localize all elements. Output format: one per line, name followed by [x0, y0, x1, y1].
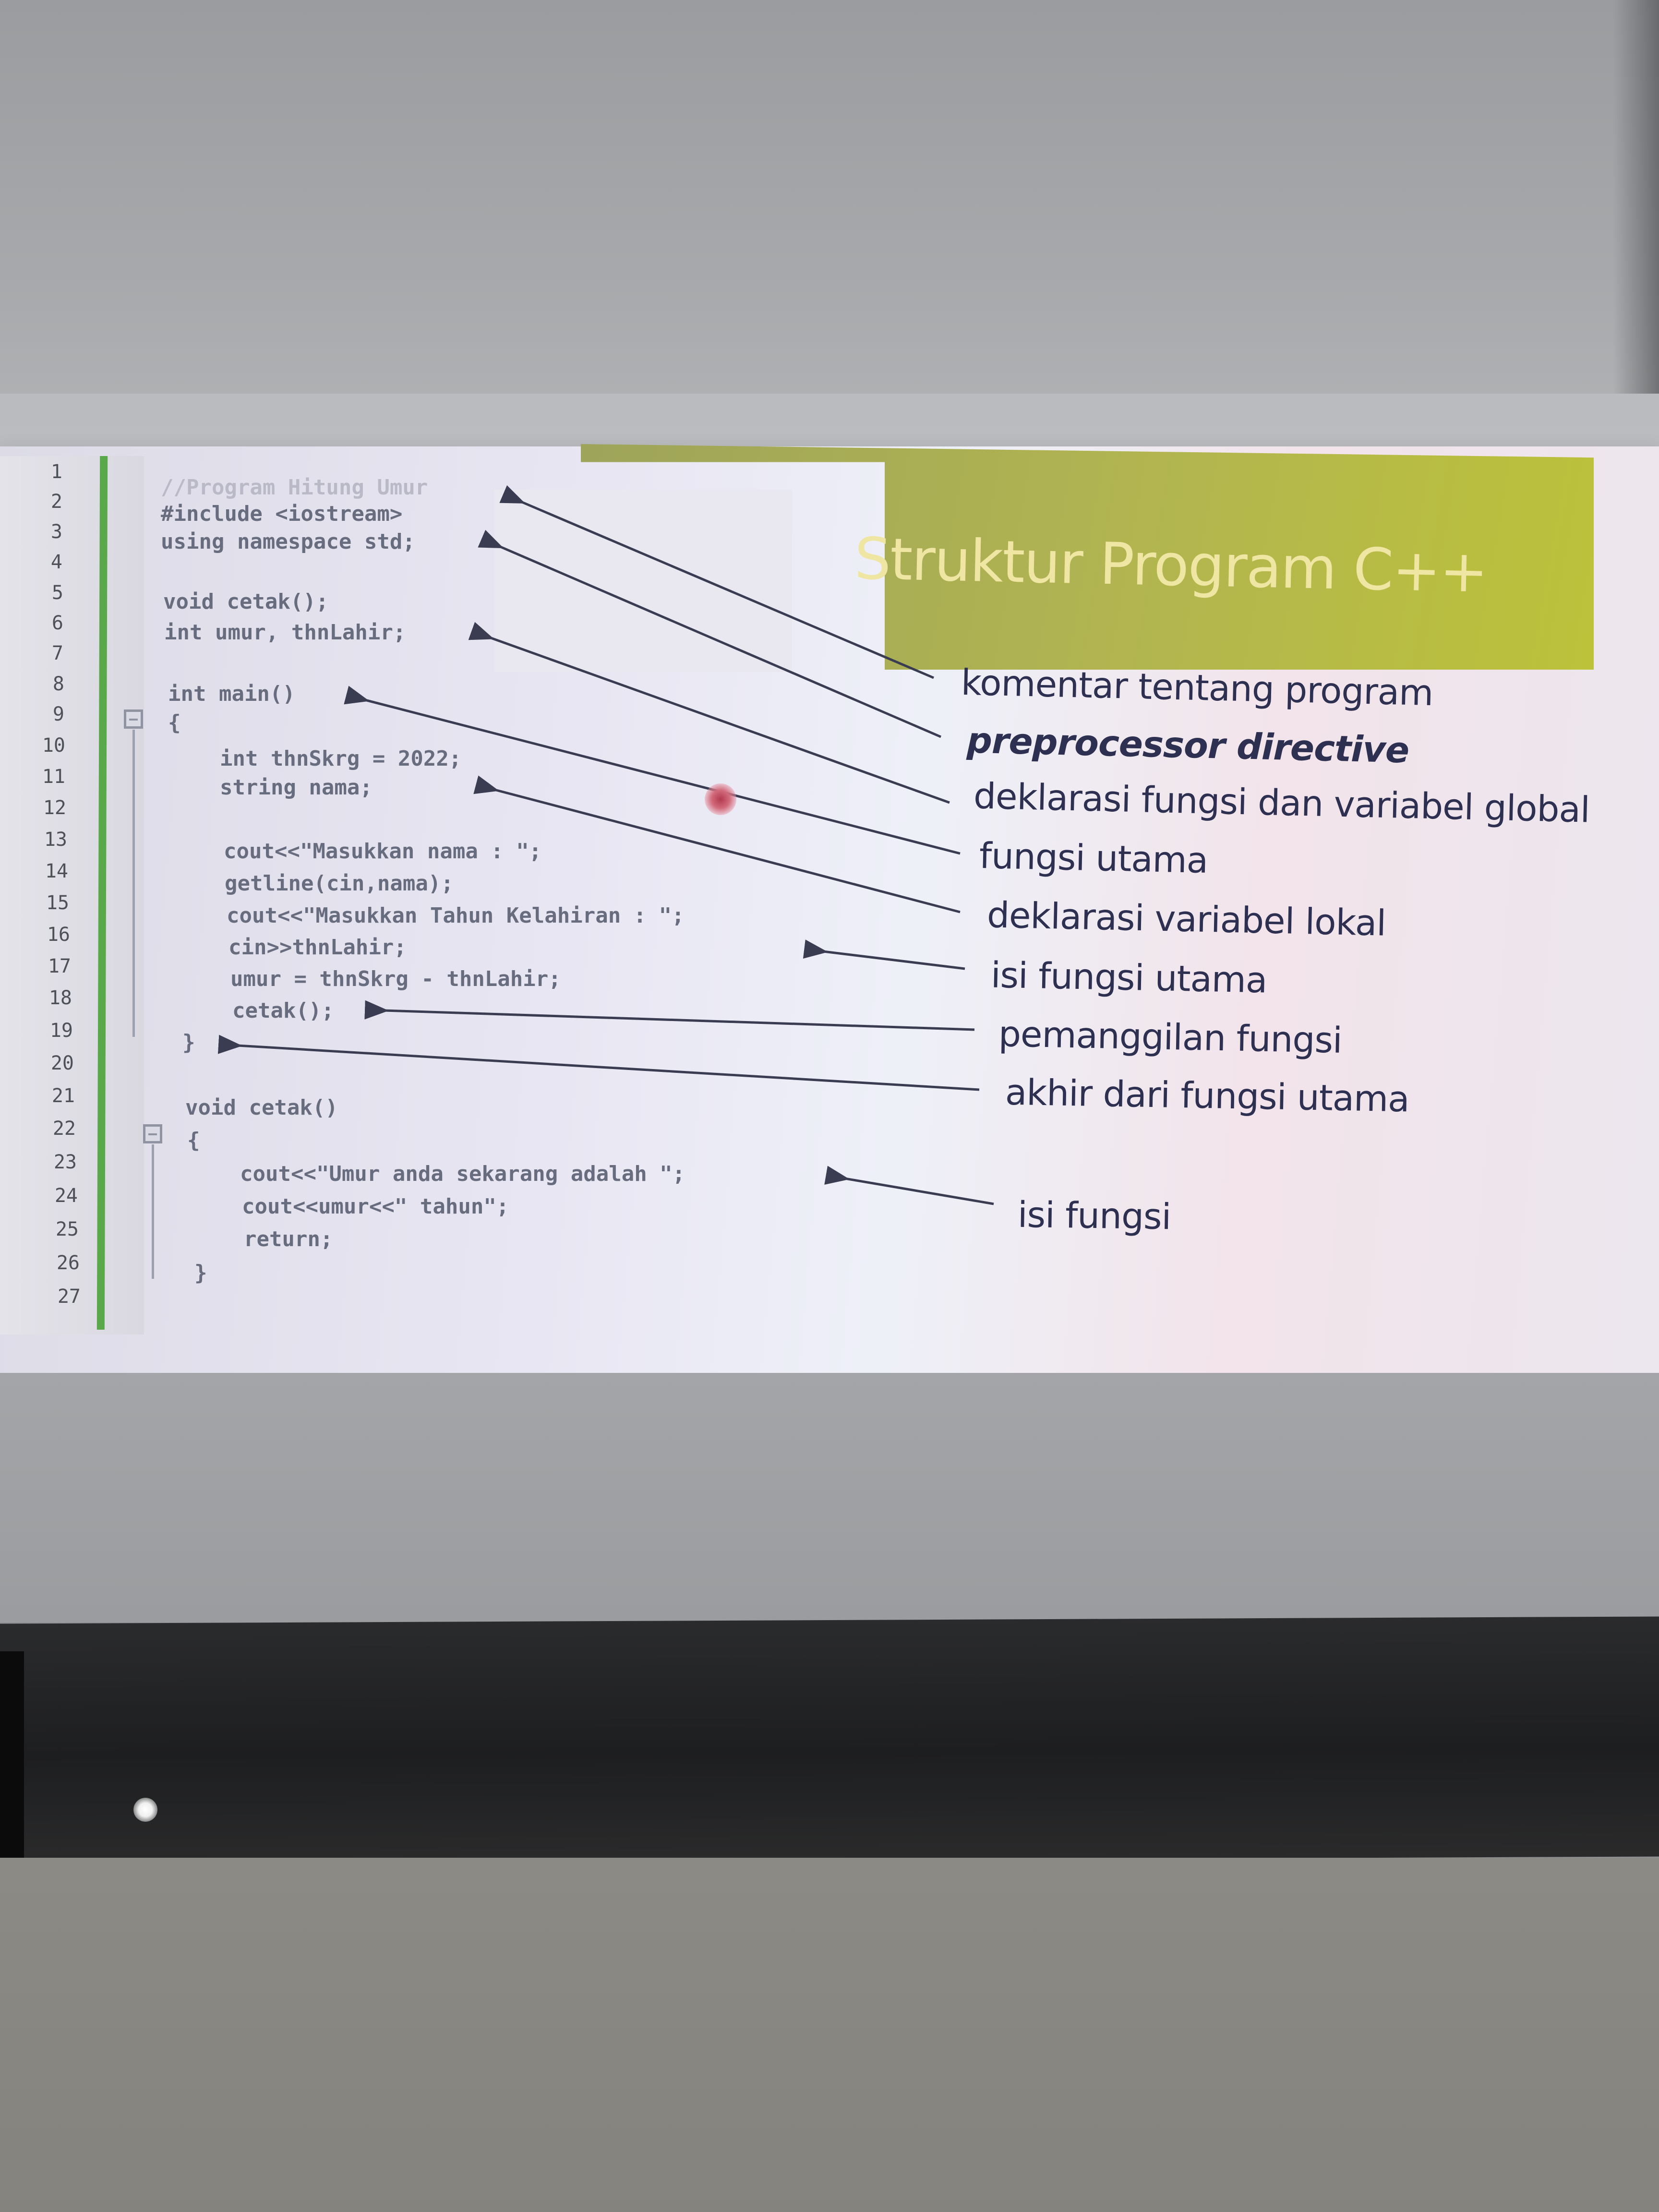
label-isi-fungsi-utama: isi fungsi utama	[990, 954, 1268, 1001]
arrow-isi-fungsi	[824, 1166, 994, 1205]
arrow-akhir-fungsi	[217, 1034, 980, 1091]
screen-lower-area	[0, 1373, 1659, 1623]
arrow-fungsi-utama	[344, 685, 961, 855]
arrow-isi-fungsi-utama	[803, 939, 965, 970]
label-fungsi-utama: fungsi utama	[979, 835, 1209, 881]
screen-bottom-bar	[0, 1616, 1659, 1864]
photo-scene: Struktur Program C++ 1 2 3 4 5 6 7 8 9 1…	[0, 0, 1659, 2212]
label-pemanggilan: pemanggilan fungsi	[998, 1013, 1343, 1061]
laser-pointer-dot	[705, 783, 736, 815]
dark-edge	[0, 1651, 24, 1863]
arrow-komentar	[499, 485, 934, 679]
label-isi-fungsi: isi fungsi	[1017, 1194, 1171, 1238]
label-akhir-fungsi: akhir dari fungsi utama	[1005, 1071, 1410, 1120]
wall-lower	[0, 1858, 1659, 2212]
label-deklarasi-lokal: deklarasi variabel lokal	[986, 894, 1386, 944]
arrow-preprocessor	[478, 529, 941, 738]
indicator-light	[133, 1798, 157, 1822]
arrow-pemanggilan	[364, 1000, 975, 1031]
arrow-deklarasi-global	[468, 622, 950, 804]
